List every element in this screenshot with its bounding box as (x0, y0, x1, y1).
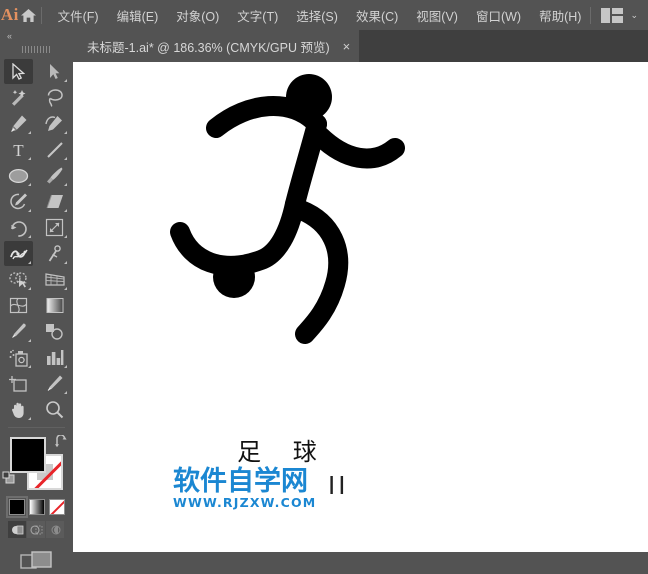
pen-tool[interactable] (4, 111, 33, 136)
draw-normal-mode[interactable] (8, 521, 26, 538)
direct-selection-tool[interactable] (40, 59, 69, 84)
double-chevron-left-icon: « (7, 31, 12, 41)
shaper-tool[interactable] (4, 189, 33, 214)
swap-fill-stroke-icon[interactable] (54, 434, 68, 453)
free-transform-tool[interactable] (40, 241, 69, 266)
puppet-warp-tool[interactable] (4, 241, 33, 266)
menu-select[interactable]: 选择(S) (287, 2, 347, 29)
menu-bar: Ai 文件(F) 编辑(E) 对象(O) 文字(T) 选择(S) 效果(C) 视… (0, 0, 648, 30)
tools-panel-grip[interactable] (0, 43, 73, 56)
curvature-tool[interactable] (40, 111, 69, 136)
tool-row (0, 59, 73, 85)
eraser-tool[interactable] (40, 189, 69, 214)
line-segment-tool[interactable] (40, 137, 69, 162)
change-screen-mode-icon[interactable] (0, 538, 73, 574)
tool-row (0, 371, 73, 397)
fill-type-row (0, 495, 73, 518)
draw-behind-mode[interactable] (27, 521, 45, 538)
gradient-tool[interactable] (40, 293, 69, 318)
artwork-extra-mark: II (328, 470, 349, 500)
rotate-tool[interactable] (4, 215, 33, 240)
default-fill-stroke-icon[interactable] (2, 471, 15, 489)
menu-type[interactable]: 文字(T) (228, 2, 287, 29)
menu-edit[interactable]: 编辑(E) (108, 2, 168, 29)
menu-bar-right: ⌄ (590, 6, 648, 24)
soccer-ball (213, 256, 255, 298)
artboard-tool[interactable] (4, 371, 33, 396)
tool-row (0, 397, 73, 423)
hand-tool[interactable] (4, 397, 33, 422)
fill-stroke-control (0, 433, 73, 495)
ellipse-tool[interactable] (4, 163, 33, 188)
artboard-canvas[interactable]: 足 球 II 软件自学网 WWW.RJZXW.COM (73, 62, 648, 552)
soccer-player-pictogram[interactable] (73, 62, 648, 552)
none-swatch[interactable] (49, 499, 65, 515)
mesh-tool[interactable] (4, 293, 33, 318)
document-tab-bar: 未标题-1.ai* @ 186.36% (CMYK/GPU 预览) × (73, 30, 648, 62)
eyedropper-tool[interactable] (4, 319, 33, 344)
ai-logo: Ai (0, 5, 19, 24)
watermark: 软件自学网 WWW.RJZXW.COM (172, 466, 317, 511)
tool-row: T (0, 137, 73, 163)
watermark-title: 软件自学网 (172, 466, 309, 497)
paintbrush-tool[interactable] (40, 163, 69, 188)
figure-head (286, 74, 332, 120)
slice-tool[interactable] (40, 371, 69, 396)
scale-tool[interactable] (40, 215, 69, 240)
tools-panel: « T (0, 30, 73, 569)
draw-inside-mode[interactable] (46, 521, 64, 538)
tool-row (0, 267, 73, 293)
svg-text:T: T (13, 141, 24, 159)
menu-view[interactable]: 视图(V) (407, 2, 467, 29)
tool-row (0, 189, 73, 215)
tool-list: T (0, 56, 73, 423)
lasso-tool[interactable] (40, 85, 69, 110)
tool-row (0, 111, 73, 137)
menu-help[interactable]: 帮助(H) (530, 2, 590, 29)
zoom-tool[interactable] (40, 397, 69, 422)
tool-row (0, 85, 73, 111)
magic-wand-tool[interactable] (4, 85, 33, 110)
tool-row (0, 345, 73, 371)
shape-builder-tool[interactable] (4, 267, 33, 292)
tool-row (0, 163, 73, 189)
gradient-swatch[interactable] (29, 499, 45, 515)
menu-divider (41, 6, 42, 24)
illustrator-window: Ai 文件(F) 编辑(E) 对象(O) 文字(T) 选择(S) 效果(C) 视… (0, 0, 648, 569)
column-graph-tool[interactable] (40, 345, 69, 370)
tool-row (0, 215, 73, 241)
perspective-grid-tool[interactable] (40, 267, 69, 292)
menu-effect[interactable]: 效果(C) (347, 2, 407, 29)
menu-window[interactable]: 窗口(W) (467, 2, 530, 29)
tools-divider (8, 427, 65, 428)
blend-tool[interactable] (40, 319, 69, 344)
menu-file[interactable]: 文件(F) (49, 2, 108, 29)
close-icon[interactable]: × (343, 40, 351, 53)
menu-object[interactable]: 对象(O) (167, 2, 228, 29)
workspace-layout-icon[interactable] (601, 7, 624, 23)
watermark-url: WWW.RJZXW.COM (172, 495, 317, 511)
fill-swatch[interactable] (10, 437, 46, 473)
home-icon[interactable] (20, 0, 37, 30)
tool-row (0, 293, 73, 319)
tools-panel-collapse[interactable]: « (0, 30, 73, 43)
menu-items: 文件(F) 编辑(E) 对象(O) 文字(T) 选择(S) 效果(C) 视图(V… (49, 2, 591, 29)
symbol-sprayer-tool[interactable] (4, 345, 33, 370)
chevron-down-icon[interactable]: ⌄ (630, 10, 638, 21)
draw-mode-row (0, 515, 73, 538)
document-tab[interactable]: 未标题-1.ai* @ 186.36% (CMYK/GPU 预览) × (73, 30, 360, 62)
workspace-divider (590, 6, 592, 24)
type-tool[interactable]: T (4, 137, 33, 162)
tool-row (0, 319, 73, 345)
artwork-caption: 足 球 (237, 438, 329, 466)
document-tab-label: 未标题-1.ai* @ 186.36% (CMYK/GPU 预览) (87, 40, 330, 55)
tool-row (0, 241, 73, 267)
selection-tool[interactable] (4, 59, 33, 84)
color-swatch[interactable] (6, 496, 28, 518)
